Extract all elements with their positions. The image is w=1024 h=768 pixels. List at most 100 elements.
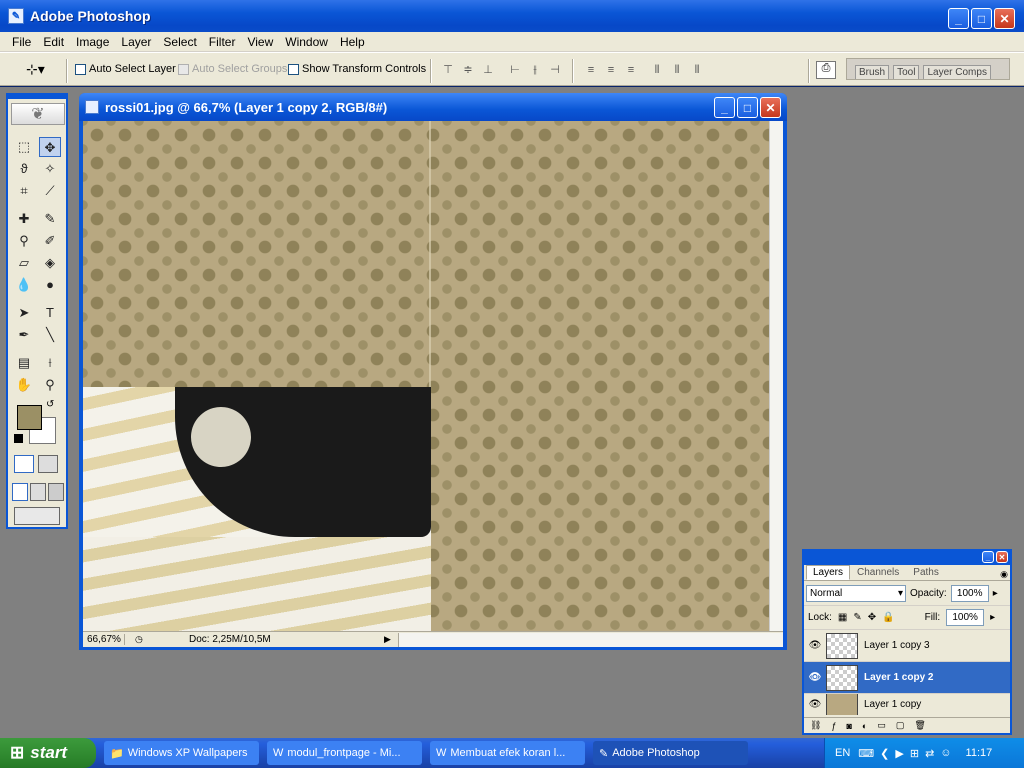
status-menu-arrow-icon[interactable]: ▶ [384, 634, 398, 645]
adobe-feather-logo[interactable]: ❦ [11, 103, 65, 125]
magic-wand-tool-icon[interactable]: ✧ [39, 159, 61, 179]
doc-maximize-button[interactable]: □ [737, 97, 758, 118]
align-left-icon[interactable]: ⊢ [508, 63, 522, 77]
adjustment-layer-icon[interactable]: ◐ [862, 721, 867, 731]
clone-stamp-tool-icon[interactable]: ⚲ [13, 231, 35, 251]
notes-tool-icon[interactable]: ▤ [13, 353, 35, 373]
maximize-button[interactable]: □ [971, 8, 992, 29]
windows-flag-icon[interactable]: ⊞ [910, 747, 919, 760]
delete-layer-icon[interactable]: 🗑 [914, 720, 925, 731]
move-tool-preset-icon[interactable]: ⊹▾ [26, 61, 45, 78]
layer-mask-icon[interactable]: ◙ [846, 721, 851, 731]
lock-transparency-icon[interactable]: ▦ [838, 612, 847, 623]
taskbar-item[interactable]: W Membuat efek koran l... [430, 741, 585, 765]
menu-view[interactable]: View [241, 35, 279, 49]
status-info-icon[interactable]: ◷ [135, 634, 149, 645]
lock-all-icon[interactable]: 🔒 [882, 612, 894, 623]
align-right-icon[interactable]: ⊣ [548, 63, 562, 77]
horizontal-scrollbar[interactable] [398, 632, 783, 647]
file-browser-icon[interactable]: ⎙ [816, 61, 836, 79]
tray-arrow-icon[interactable]: ❮ [880, 747, 889, 760]
full-screen-menu-mode-icon[interactable] [30, 483, 46, 501]
tab-channels[interactable]: Channels [850, 565, 906, 580]
zoom-level[interactable]: 66,67% [83, 634, 125, 645]
blur-tool-icon[interactable]: 💧 [13, 275, 35, 295]
align-top-icon[interactable]: ⊤ [441, 63, 455, 77]
menu-layer[interactable]: Layer [115, 35, 157, 49]
menu-image[interactable]: Image [70, 35, 115, 49]
menu-window[interactable]: Window [279, 35, 334, 49]
doc-close-button[interactable]: ✕ [760, 97, 781, 118]
line-tool-icon[interactable]: ╲ [39, 325, 61, 345]
path-selection-tool-icon[interactable]: ➤ [13, 303, 35, 323]
distribute-hcenter-icon[interactable]: ⫴ [670, 63, 684, 77]
layer-row-selected[interactable]: 👁 Layer 1 copy 2 [804, 661, 1010, 693]
distribute-top-icon[interactable]: ≡ [584, 63, 598, 77]
new-group-icon[interactable]: ▭ [877, 720, 886, 731]
doc-minimize-button[interactable]: _ [714, 97, 735, 118]
taskbar-item-active[interactable]: ✎ Adobe Photoshop [593, 741, 748, 765]
keyboard-icon[interactable]: ⌨ [858, 747, 874, 760]
fill-arrow-icon[interactable]: ▸ [990, 612, 995, 623]
visibility-eye-icon[interactable]: 👁 [804, 699, 826, 710]
lasso-tool-icon[interactable]: ϑ [13, 159, 35, 179]
fill-input[interactable]: 100% [946, 609, 985, 626]
crop-tool-icon[interactable]: ⌗ [13, 181, 35, 201]
quick-mask-mode-icon[interactable] [38, 455, 58, 473]
minimize-button[interactable]: _ [948, 8, 969, 29]
menu-edit[interactable]: Edit [37, 35, 70, 49]
layers-panel-close-button[interactable]: ✕ [996, 551, 1008, 563]
palette-well-tab-tool[interactable]: Tool [893, 65, 920, 79]
image-canvas[interactable] [83, 121, 769, 631]
tab-paths[interactable]: Paths [906, 565, 946, 580]
distribute-vcenter-icon[interactable]: ≡ [604, 63, 618, 77]
full-screen-mode-icon[interactable] [48, 483, 64, 501]
paint-bucket-tool-icon[interactable]: ◈ [39, 253, 61, 273]
move-tool-icon[interactable]: ✥ [39, 137, 61, 157]
default-colors-icon[interactable] [14, 434, 23, 443]
auto-select-layer-checkbox[interactable] [75, 63, 86, 75]
distribute-bottom-icon[interactable]: ≡ [624, 63, 638, 77]
swap-colors-icon[interactable]: ↺ [46, 399, 54, 410]
layer-row[interactable]: 👁 Layer 1 copy [804, 693, 1010, 715]
link-layers-icon[interactable]: ⛓ [810, 720, 821, 731]
standard-screen-mode-icon[interactable] [12, 483, 28, 501]
menu-file[interactable]: File [6, 35, 37, 49]
network-icon[interactable]: ⇄ [925, 747, 934, 760]
visibility-eye-icon[interactable]: 👁 [804, 672, 826, 683]
tab-layers[interactable]: Layers [806, 565, 851, 580]
blend-mode-select[interactable]: Normal [806, 584, 906, 602]
close-button[interactable]: ✕ [994, 8, 1015, 29]
distribute-right-icon[interactable]: ⫴ [690, 63, 704, 77]
palette-well-tab-brush[interactable]: Brush [855, 65, 890, 79]
distribute-left-icon[interactable]: ⫴ [650, 63, 664, 77]
slice-tool-icon[interactable]: ⟋ [39, 181, 61, 201]
layer-row[interactable]: 👁 Layer 1 copy 3 [804, 629, 1010, 661]
media-player-icon[interactable]: ▶ [895, 747, 903, 760]
show-transform-controls-checkbox[interactable] [288, 63, 299, 75]
dodge-tool-icon[interactable]: ● [39, 275, 61, 295]
document-title-bar[interactable]: rossi01.jpg @ 66,7% (Layer 1 copy 2, RGB… [79, 93, 787, 121]
messenger-icon[interactable]: ☺ [940, 747, 951, 759]
start-button[interactable]: ⊞ start [0, 738, 96, 768]
lock-pixels-icon[interactable]: ✎ [853, 612, 861, 623]
layer-style-icon[interactable]: ƒ [831, 721, 836, 731]
opacity-arrow-icon[interactable]: ▸ [993, 588, 998, 599]
auto-select-layer-option[interactable]: Auto Select Layer [75, 63, 176, 75]
title-bar[interactable]: ✎ Adobe Photoshop _ □ ✕ [0, 0, 1024, 32]
language-indicator[interactable]: EN [835, 747, 850, 759]
standard-mode-icon[interactable] [14, 455, 34, 473]
jump-to-imageready-icon[interactable] [14, 507, 60, 525]
align-bottom-icon[interactable]: ⊥ [481, 63, 495, 77]
taskbar-item[interactable]: W modul_frontpage - Mi... [267, 741, 422, 765]
eyedropper-tool-icon[interactable]: ⟊ [39, 353, 61, 373]
menu-filter[interactable]: Filter [203, 35, 242, 49]
history-brush-tool-icon[interactable]: ✐ [39, 231, 61, 251]
taskbar-item[interactable]: 📁 Windows XP Wallpapers [104, 741, 259, 765]
visibility-eye-icon[interactable]: 👁 [804, 640, 826, 651]
marquee-tool-icon[interactable]: ⬚ [13, 137, 35, 157]
foreground-color-swatch[interactable] [17, 405, 42, 430]
hand-tool-icon[interactable]: ✋ [13, 375, 35, 395]
new-layer-icon[interactable]: ▢ [896, 720, 905, 731]
vertical-scrollbar[interactable] [769, 121, 783, 631]
